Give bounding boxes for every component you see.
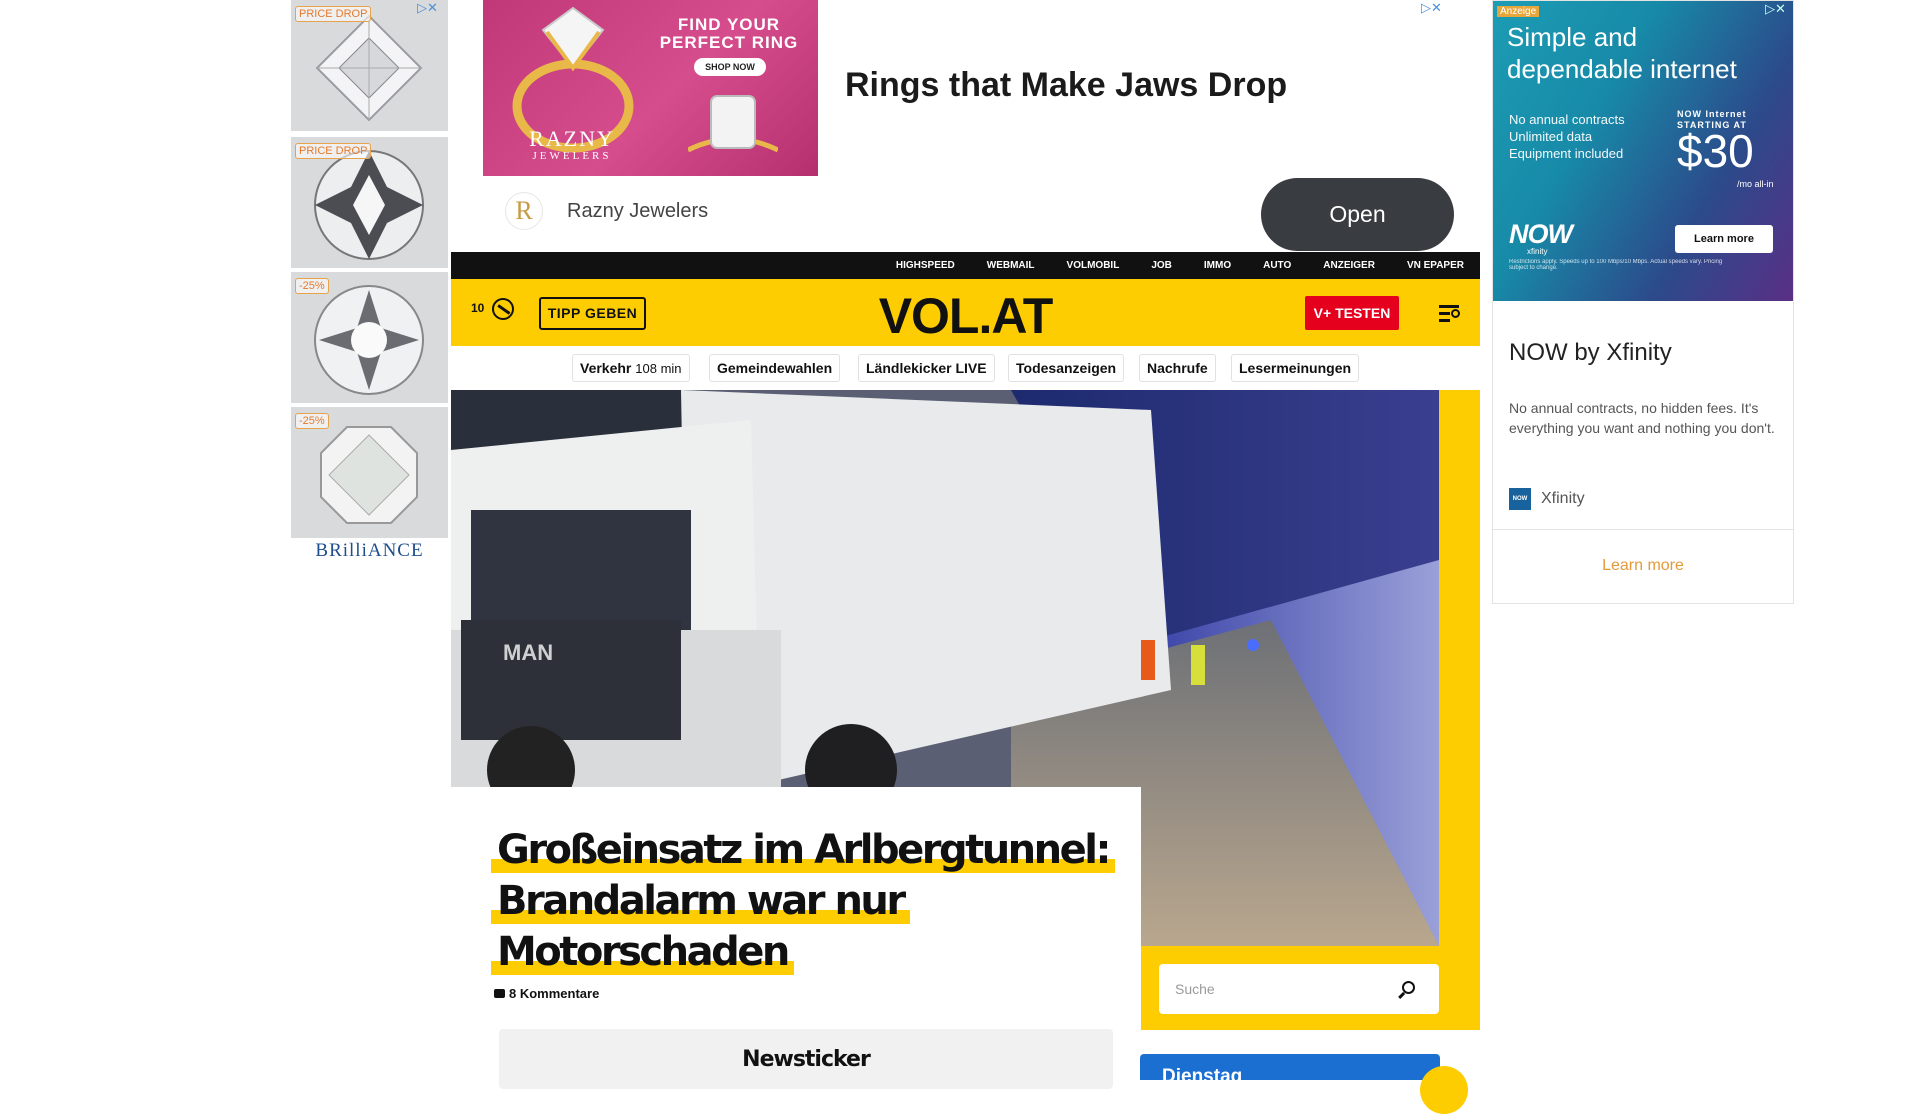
feature-item: Unlimited data xyxy=(1509,129,1593,144)
price-drop-tag: PRICE DROP xyxy=(295,6,372,22)
ad-badge: Anzeige xyxy=(1497,6,1540,17)
feature-item: Equipment included xyxy=(1509,146,1624,161)
topic-chip-nachrufe[interactable]: Nachrufe xyxy=(1139,354,1216,382)
weather-day-card[interactable]: Dienstag xyxy=(1140,1054,1440,1087)
site-header: 10 TIPP GEBEN VOL.AT V+ TESTEN xyxy=(451,279,1480,346)
menu-search-icon[interactable] xyxy=(1439,304,1463,322)
nav-link-anzeiger[interactable]: ANZEIGER xyxy=(1307,252,1391,279)
shop-now-button[interactable]: SHOP NOW xyxy=(694,58,766,76)
nav-link-webmail[interactable]: WEBMAIL xyxy=(971,252,1051,279)
topic-chip-laendlekicker[interactable]: Ländlekicker LIVE xyxy=(858,354,995,382)
xfinity-feature-list: No annual contracts Unlimited data Equip… xyxy=(1509,111,1625,162)
princess-diamond-icon xyxy=(315,14,423,122)
fine-print: Restrictions apply. Speeds up to 100 Mbp… xyxy=(1509,259,1723,271)
vplus-testen-button[interactable]: V+ TESTEN xyxy=(1305,296,1399,330)
learn-more-link[interactable]: Learn more xyxy=(1493,557,1793,575)
yellow-accent xyxy=(1439,390,1480,1030)
razny-logo-sub: JEWELERS xyxy=(532,150,612,162)
headline-line: Großeinsatz im Arlbergtunnel: xyxy=(491,827,1115,873)
brilliance-logo: BRilliANCE xyxy=(315,540,424,561)
xfinity-logo-icon: NOW xyxy=(1509,488,1531,510)
xfinity-brand-name: Xfinity xyxy=(1541,490,1585,507)
xfinity-image-headline: Simple and dependable internet xyxy=(1507,22,1737,84)
adchoices-icon[interactable]: ▷✕ xyxy=(1421,0,1442,16)
nav-link-job[interactable]: JOB xyxy=(1135,252,1188,279)
topic-nav: Verkehr 108 min Gemeindewahlen Ländlekic… xyxy=(451,346,1480,390)
diamond-image[interactable]: PRICE DROP xyxy=(291,0,448,133)
price-drop-tag: PRICE DROP xyxy=(295,143,372,159)
article-headline[interactable]: Großeinsatz im Arlbergtunnel: Brandalarm… xyxy=(491,825,1131,978)
weather-icon[interactable] xyxy=(492,298,514,320)
day-label: Dienstag xyxy=(1162,1066,1243,1087)
topic-chip-todesanzeigen[interactable]: Todesanzeigen xyxy=(1008,354,1125,382)
tipp-geben-button[interactable]: TIPP GEBEN xyxy=(539,297,646,330)
top-service-nav: HIGHSPEED WEBMAIL VOLMOBIL JOB IMMO AUTO… xyxy=(451,252,1480,279)
headline-line: Brandalarm war nur xyxy=(491,878,910,924)
nav-link-auto[interactable]: AUTO xyxy=(1247,252,1307,279)
diamond-image[interactable]: -25% xyxy=(291,272,448,405)
weather-temperature[interactable]: 10 xyxy=(471,301,484,315)
adchoices-icon[interactable]: ▷✕ xyxy=(1765,1,1786,17)
article-card: Großeinsatz im Arlbergtunnel: Brandalarm… xyxy=(451,787,1141,1089)
comments-count: 8 Kommentare xyxy=(509,986,600,1001)
ad-headline[interactable]: Rings that Make Jaws Drop xyxy=(845,66,1287,105)
search-box xyxy=(1159,964,1439,1014)
nav-link-vn-epaper[interactable]: VN EPAPER xyxy=(1391,252,1480,279)
headline-line: Motorschaden xyxy=(491,929,794,975)
xfinity-ad-title[interactable]: NOW by Xfinity xyxy=(1509,339,1672,367)
diamond-image[interactable]: -25% xyxy=(291,407,448,540)
chip-label: Verkehr xyxy=(580,360,632,376)
round-diamond-icon xyxy=(314,150,424,260)
ring-ad-image[interactable]: FIND YOUR PERFECT RING SHOP NOW RAZNY JE… xyxy=(483,0,818,176)
round-diamond-icon xyxy=(314,285,424,395)
chip-sublabel: 108 min xyxy=(635,361,682,376)
topic-chip-lesermeinungen[interactable]: Lesermeinungen xyxy=(1231,354,1360,382)
price: $30 xyxy=(1677,125,1754,177)
price-unit: /mo all-in xyxy=(1737,179,1774,189)
newsticker-box[interactable]: Newsticker xyxy=(499,1029,1113,1089)
topic-chip-verkehr[interactable]: Verkehr 108 min xyxy=(572,354,690,382)
adchoices-icon[interactable]: ▷✕ xyxy=(417,0,438,16)
nav-link-highspeed[interactable]: HIGHSPEED xyxy=(880,252,971,279)
now-logo-sub: xfinity xyxy=(1527,247,1548,256)
image-learn-more-button[interactable]: Learn more xyxy=(1675,225,1773,253)
search-input[interactable] xyxy=(1175,978,1395,1000)
cushion-ring-icon xyxy=(688,95,778,153)
truck-brand-text: MAN xyxy=(503,640,553,665)
nav-link-immo[interactable]: IMMO xyxy=(1188,252,1247,279)
topic-chip-gemeindewahlen[interactable]: Gemeindewahlen xyxy=(709,354,841,382)
now-logo: NOW xyxy=(1509,219,1573,249)
comment-icon xyxy=(494,989,505,998)
sun-icon xyxy=(1420,1066,1468,1114)
left-diamond-ad[interactable]: PRICE DROP PRICE DROP -25% -25% BRilliAN… xyxy=(291,0,448,600)
advertiser-name: Razny Jewelers xyxy=(567,200,709,222)
razny-logo: RAZNY xyxy=(529,126,615,151)
open-button[interactable]: Open xyxy=(1261,178,1454,251)
advertiser-logo: R xyxy=(505,192,543,230)
divider xyxy=(1493,529,1793,530)
newsticker-title: Newsticker xyxy=(742,1047,871,1072)
diamond-image[interactable]: PRICE DROP xyxy=(291,137,448,270)
discount-tag: -25% xyxy=(295,413,329,429)
discount-tag: -25% xyxy=(295,278,329,294)
right-xfinity-ad[interactable]: Anzeige Simple and dependable internet N… xyxy=(1492,0,1794,604)
top-banner-ad[interactable]: FIND YOUR PERFECT RING SHOP NOW RAZNY JE… xyxy=(483,0,1454,252)
nav-link-volmobil[interactable]: VOLMOBIL xyxy=(1051,252,1136,279)
xfinity-ad-description: No annual contracts, no hidden fees. It'… xyxy=(1509,400,1775,436)
feature-item: No annual contracts xyxy=(1509,112,1625,127)
search-icon[interactable] xyxy=(1402,981,1415,994)
radiant-diamond-icon xyxy=(320,426,418,524)
xfinity-ad-image[interactable]: Anzeige Simple and dependable internet N… xyxy=(1493,1,1793,301)
comments-link[interactable]: 8 Kommentare xyxy=(494,986,599,1001)
ring-ad-image-headline: FIND YOUR PERFECT RING xyxy=(659,15,799,52)
